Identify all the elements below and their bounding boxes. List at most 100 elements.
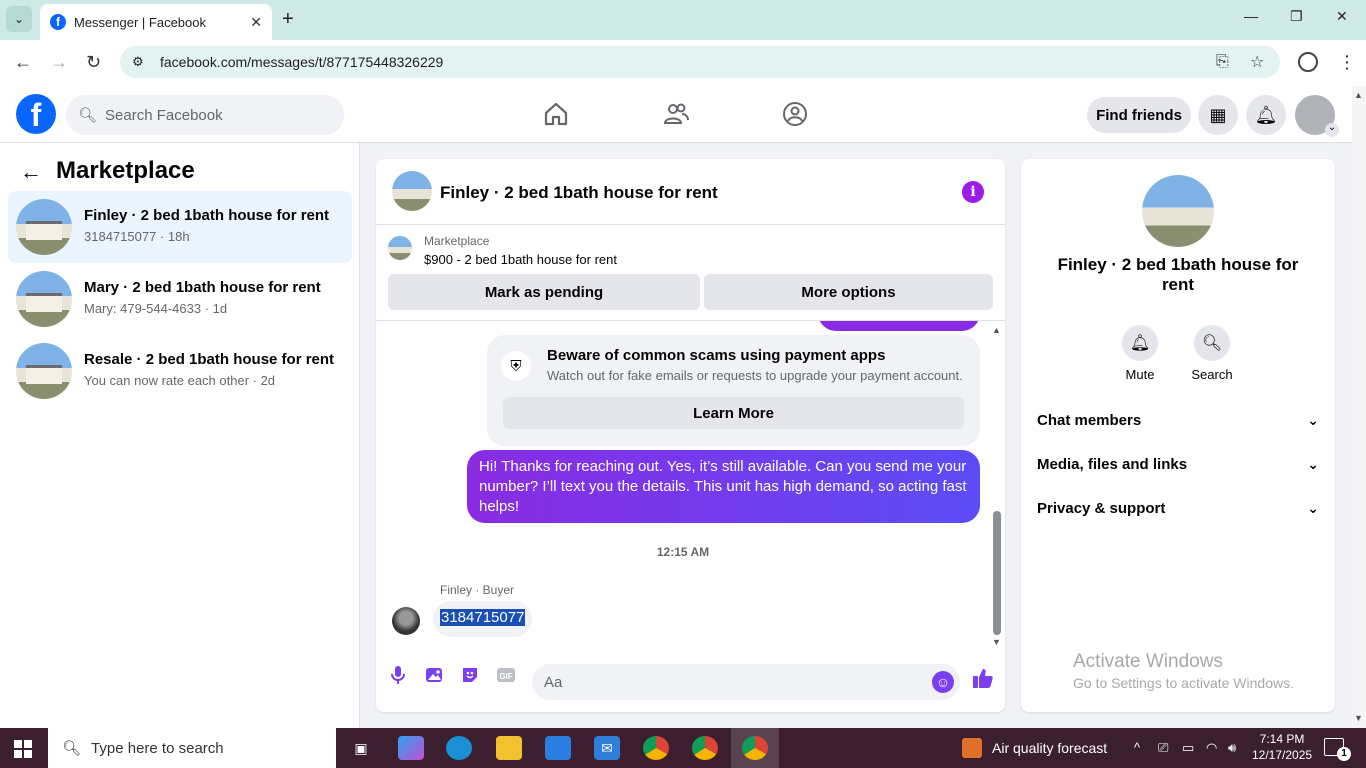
meet-now-icon[interactable]: ⎚ xyxy=(1158,740,1168,756)
media-files-links-section[interactable]: Media, files and links ⌄ xyxy=(1037,446,1319,482)
conversation-item[interactable]: Finley · 2 bed 1bath house for rent 3184… xyxy=(8,191,352,263)
minimize-button[interactable]: — xyxy=(1244,8,1258,24)
account-avatar[interactable] xyxy=(1295,95,1339,137)
facebook-logo-icon[interactable]: f xyxy=(16,94,56,134)
microphone-icon[interactable] xyxy=(388,665,408,685)
taskbar-search-input[interactable]: 🔍︎ Type here to search xyxy=(48,728,336,768)
mute-label: Mute xyxy=(1125,367,1155,382)
message-timestamp: 12:15 AM xyxy=(656,545,710,559)
browser-menu-icon[interactable]: ⋮ xyxy=(1338,52,1356,73)
mute-button[interactable]: 🔔︎ Mute xyxy=(1110,325,1170,382)
details-title: Finley · 2 bed 1bath house for rent xyxy=(1057,255,1299,294)
find-friends-button[interactable]: Find friends xyxy=(1087,97,1191,133)
back-arrow-icon[interactable]: ← xyxy=(20,159,42,185)
new-tab-button[interactable]: + xyxy=(282,8,294,31)
system-clock[interactable]: 7:14 PM 12/17/2025 xyxy=(1252,731,1312,763)
notification-count: 1 xyxy=(1337,747,1351,761)
mark-as-pending-button[interactable]: Mark as pending xyxy=(388,274,700,310)
bookmark-star-icon[interactable]: ☆ xyxy=(1250,52,1264,72)
tab-close-icon[interactable]: ✕ xyxy=(250,14,262,31)
ornament-decoration-icon[interactable]: 🎄︎ xyxy=(262,736,288,760)
url-bar[interactable]: ⚙ facebook.com/messages/t/87717544832622… xyxy=(120,46,1280,78)
chevron-up-icon[interactable]: ^ xyxy=(1134,740,1140,755)
scam-warning-text: Watch out for fake emails or requests to… xyxy=(547,368,963,383)
conversation-preview: Mary: 479-544-4633 · 1d xyxy=(84,301,228,316)
info-icon[interactable]: i xyxy=(962,181,984,203)
battery-icon[interactable]: ▭ xyxy=(1182,740,1194,756)
search-conversation-button[interactable]: 🔍︎ Search xyxy=(1182,325,1242,382)
wifi-icon[interactable]: ◠ xyxy=(1206,740,1217,756)
chevron-down-icon: ⌄ xyxy=(1307,499,1319,516)
svg-text:GIF: GIF xyxy=(499,672,512,681)
photo-icon[interactable] xyxy=(424,665,444,685)
facebook-favicon-icon: f xyxy=(50,14,66,30)
address-toolbar: ← → ↻ ⚙ facebook.com/messages/t/87717544… xyxy=(0,40,1366,86)
thread-scrollbar[interactable]: ▲ ▼ xyxy=(990,321,1002,651)
notifications-bell-icon[interactable]: 🔔︎ xyxy=(1246,95,1286,135)
sticker-icon[interactable] xyxy=(460,665,480,685)
friends-icon[interactable] xyxy=(662,100,690,128)
chrome-profile-icon[interactable] xyxy=(692,736,718,760)
chat-title[interactable]: Finley · 2 bed 1bath house for rent xyxy=(440,183,718,203)
message-input[interactable]: Aa xyxy=(532,664,960,700)
thumbs-up-icon[interactable] xyxy=(972,667,994,695)
volume-icon[interactable]: 🔊︎ xyxy=(1228,740,1236,756)
emoji-icon[interactable]: ☺ xyxy=(932,671,954,693)
listing-price-title[interactable]: $900 - 2 bed 1bath house for rent xyxy=(424,252,617,267)
gif-icon[interactable]: GIF xyxy=(496,665,516,685)
facebook-search-input[interactable]: 🔍︎ Search Facebook xyxy=(66,95,344,135)
chrome-active-icon[interactable] xyxy=(742,736,768,760)
browser-tab[interactable]: f Messenger | Facebook ✕ xyxy=(40,4,272,40)
scrollbar-thumb[interactable] xyxy=(993,511,1001,635)
groups-icon[interactable] xyxy=(781,100,809,128)
search-icon: 🔍︎ xyxy=(78,107,98,124)
chrome-icon[interactable] xyxy=(643,736,669,760)
microsoft-store-icon[interactable] xyxy=(545,736,571,760)
privacy-support-section[interactable]: Privacy & support ⌄ xyxy=(1037,490,1319,526)
windows-start-icon[interactable] xyxy=(14,740,32,758)
forward-button[interactable]: → xyxy=(50,52,68,73)
notification-center-icon[interactable]: 1 xyxy=(1324,738,1351,761)
page-scrollbar[interactable]: ▲ ▼ xyxy=(1352,86,1366,728)
copilot-icon[interactable] xyxy=(398,736,424,760)
listing-thumbnail xyxy=(16,343,72,399)
listing-profile-picture[interactable] xyxy=(1142,175,1214,247)
task-view-icon[interactable]: ▣ xyxy=(348,736,374,760)
scroll-down-arrow-icon[interactable]: ▼ xyxy=(1354,713,1363,723)
marketplace-conversation-list: ← Marketplace Finley · 2 bed 1bath house… xyxy=(0,143,360,728)
sender-avatar[interactable] xyxy=(392,607,420,635)
scroll-down-arrow-icon[interactable]: ▼ xyxy=(992,637,1001,647)
file-explorer-icon[interactable] xyxy=(496,736,522,760)
edge-browser-icon[interactable] xyxy=(446,736,472,760)
mail-icon[interactable]: ✉ xyxy=(594,736,620,760)
close-window-button[interactable]: ✕ xyxy=(1336,8,1348,25)
install-app-icon[interactable]: ⎘ xyxy=(1216,53,1229,71)
chat-avatar[interactable] xyxy=(392,171,432,211)
sender-label: Finley · Buyer xyxy=(440,583,515,597)
incoming-message-bubble[interactable]: 3184715077 xyxy=(433,601,533,637)
selected-message-text[interactable]: 3184715077 xyxy=(440,609,526,626)
home-icon[interactable] xyxy=(542,100,570,128)
weather-widget[interactable]: Air quality forecast xyxy=(962,738,1107,758)
listing-thumbnail xyxy=(16,199,72,255)
reload-button[interactable]: ↻ xyxy=(86,52,101,73)
chat-members-section[interactable]: Chat members ⌄ xyxy=(1037,402,1319,438)
restore-button[interactable]: ❐ xyxy=(1290,8,1303,25)
outgoing-message-bubble[interactable]: Hi! Thanks for reaching out. Yes, it’s s… xyxy=(467,450,980,523)
more-options-button[interactable]: More options xyxy=(704,274,993,310)
tab-title: Messenger | Facebook xyxy=(74,14,206,30)
scroll-up-arrow-icon[interactable]: ▲ xyxy=(992,325,1001,335)
conversation-item[interactable]: Mary · 2 bed 1bath house for rent Mary: … xyxy=(8,263,352,335)
scroll-up-arrow-icon[interactable]: ▲ xyxy=(1354,90,1363,100)
message-thread[interactable]: ⛨ Beware of common scams using payment a… xyxy=(376,321,1005,651)
site-info-icon[interactable]: ⚙ xyxy=(132,54,148,70)
conversation-item[interactable]: Resale · 2 bed 1bath house for rent You … xyxy=(8,335,352,407)
back-button[interactable]: ← xyxy=(14,52,32,73)
browser-profile-icon[interactable] xyxy=(1298,52,1318,72)
tab-search-menu[interactable]: ⌄ xyxy=(6,6,32,32)
learn-more-button[interactable]: Learn More xyxy=(503,397,964,429)
menu-grid-icon[interactable]: ▦ xyxy=(1198,95,1238,135)
conversation-name: Resale · 2 bed 1bath house for rent xyxy=(84,351,335,368)
section-label: Privacy & support xyxy=(1037,499,1166,517)
listing-thumbnail xyxy=(16,271,72,327)
